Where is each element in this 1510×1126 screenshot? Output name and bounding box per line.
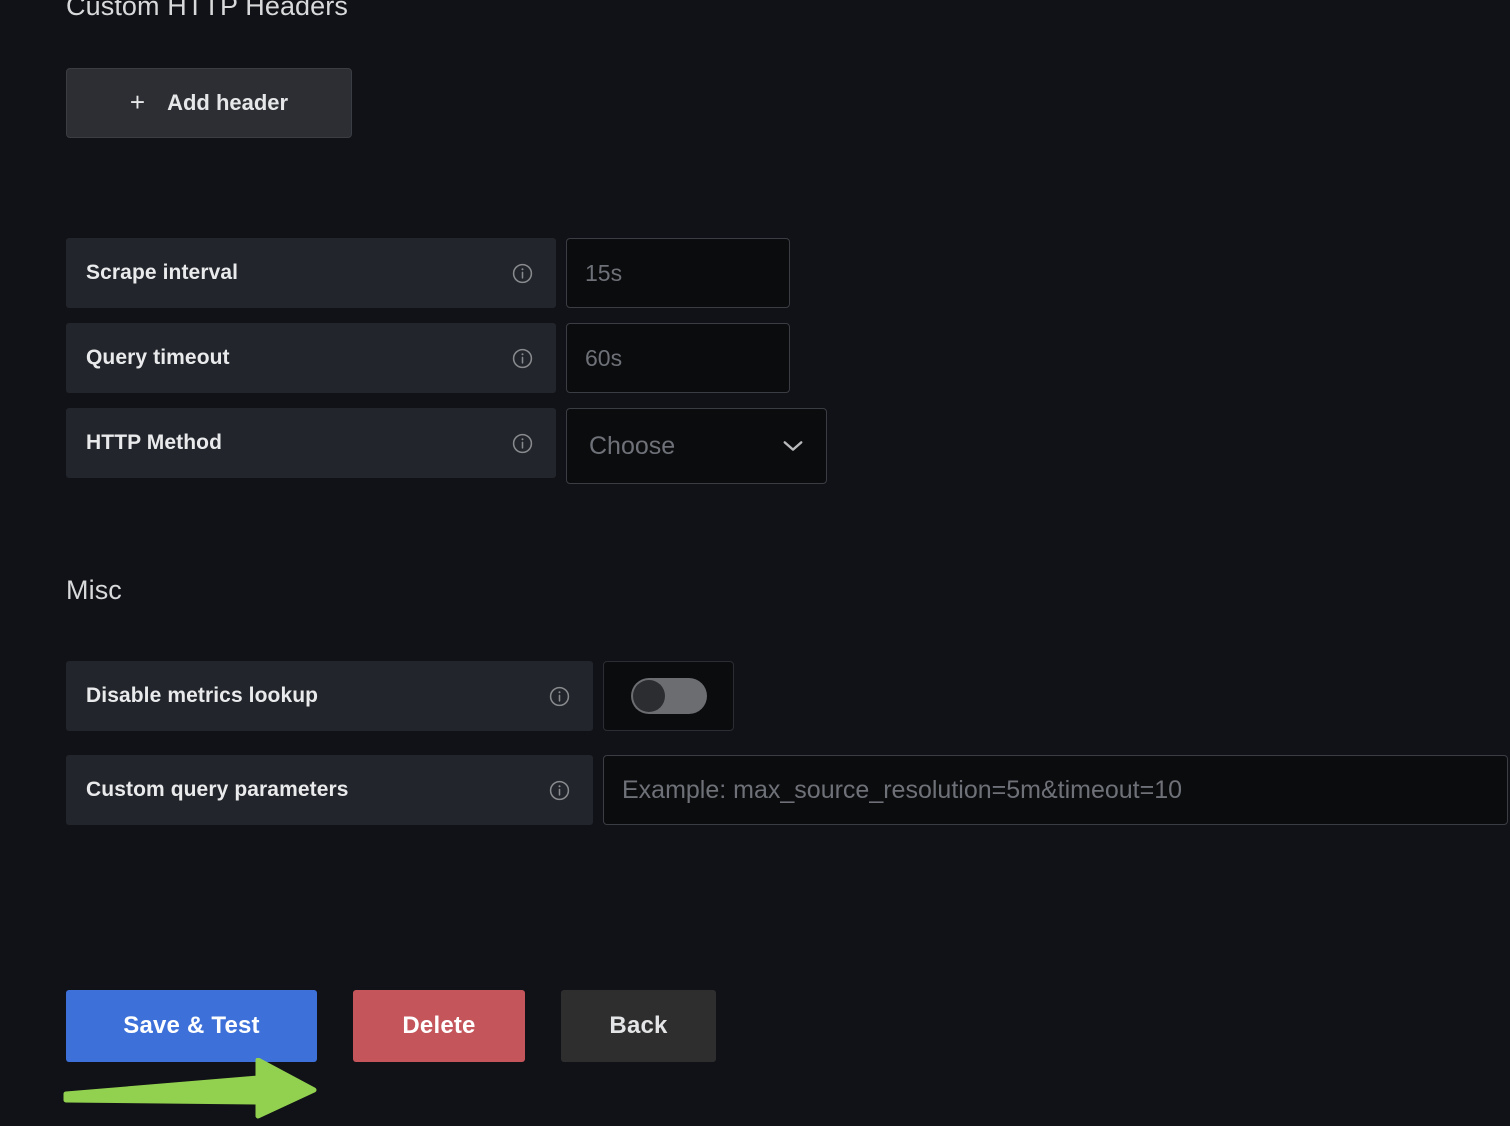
info-circle-icon[interactable] <box>548 779 571 802</box>
back-button[interactable]: Back <box>561 990 716 1062</box>
disable-metrics-lookup-toggle[interactable] <box>603 661 734 731</box>
disable-metrics-lookup-label: Disable metrics lookup <box>66 661 593 731</box>
info-circle-icon[interactable] <box>511 347 534 370</box>
toggle-track <box>630 678 707 714</box>
action-buttons: Save & Test Delete Back <box>66 990 716 1062</box>
query-timeout-input[interactable] <box>566 323 790 393</box>
http-method-select[interactable]: Choose <box>566 408 827 484</box>
plus-icon: + <box>129 87 146 117</box>
scrape-interval-input[interactable] <box>566 238 790 308</box>
scrape-interval-label-text: Scrape interval <box>86 261 239 284</box>
query-timeout-row: Query timeout <box>66 323 790 393</box>
scrape-interval-row: Scrape interval <box>66 238 790 308</box>
custom-query-parameters-input[interactable] <box>603 755 1508 825</box>
http-method-row: HTTP Method Choose <box>66 408 827 484</box>
green-arrow-right-icon <box>62 1058 324 1120</box>
http-method-label-text: HTTP Method <box>86 431 223 454</box>
disable-metrics-lookup-row: Disable metrics lookup <box>66 661 734 731</box>
http-method-selected-value: Choose <box>589 431 676 460</box>
add-header-label: Add header <box>167 90 289 115</box>
custom-http-headers-title: Custom HTTP Headers <box>66 0 348 21</box>
info-circle-icon[interactable] <box>511 262 534 285</box>
datasource-settings-page: Custom HTTP Headers + Add header Scrape … <box>0 0 1510 1126</box>
save-and-test-button[interactable]: Save & Test <box>66 990 317 1062</box>
info-circle-icon[interactable] <box>511 432 534 455</box>
query-timeout-label-text: Query timeout <box>86 346 230 369</box>
toggle-knob <box>632 680 665 712</box>
delete-button[interactable]: Delete <box>353 990 525 1062</box>
disable-metrics-lookup-label-text: Disable metrics lookup <box>86 684 319 707</box>
info-circle-icon[interactable] <box>548 685 571 708</box>
chevron-down-icon <box>782 439 804 453</box>
custom-query-parameters-label-text: Custom query parameters <box>86 778 349 801</box>
add-header-button[interactable]: + Add header <box>66 68 352 138</box>
http-method-label: HTTP Method <box>66 408 556 478</box>
custom-query-parameters-row: Custom query parameters <box>66 755 1508 825</box>
scrape-interval-label: Scrape interval <box>66 238 556 308</box>
custom-query-parameters-label: Custom query parameters <box>66 755 593 825</box>
misc-title: Misc <box>66 575 122 605</box>
query-timeout-label: Query timeout <box>66 323 556 393</box>
